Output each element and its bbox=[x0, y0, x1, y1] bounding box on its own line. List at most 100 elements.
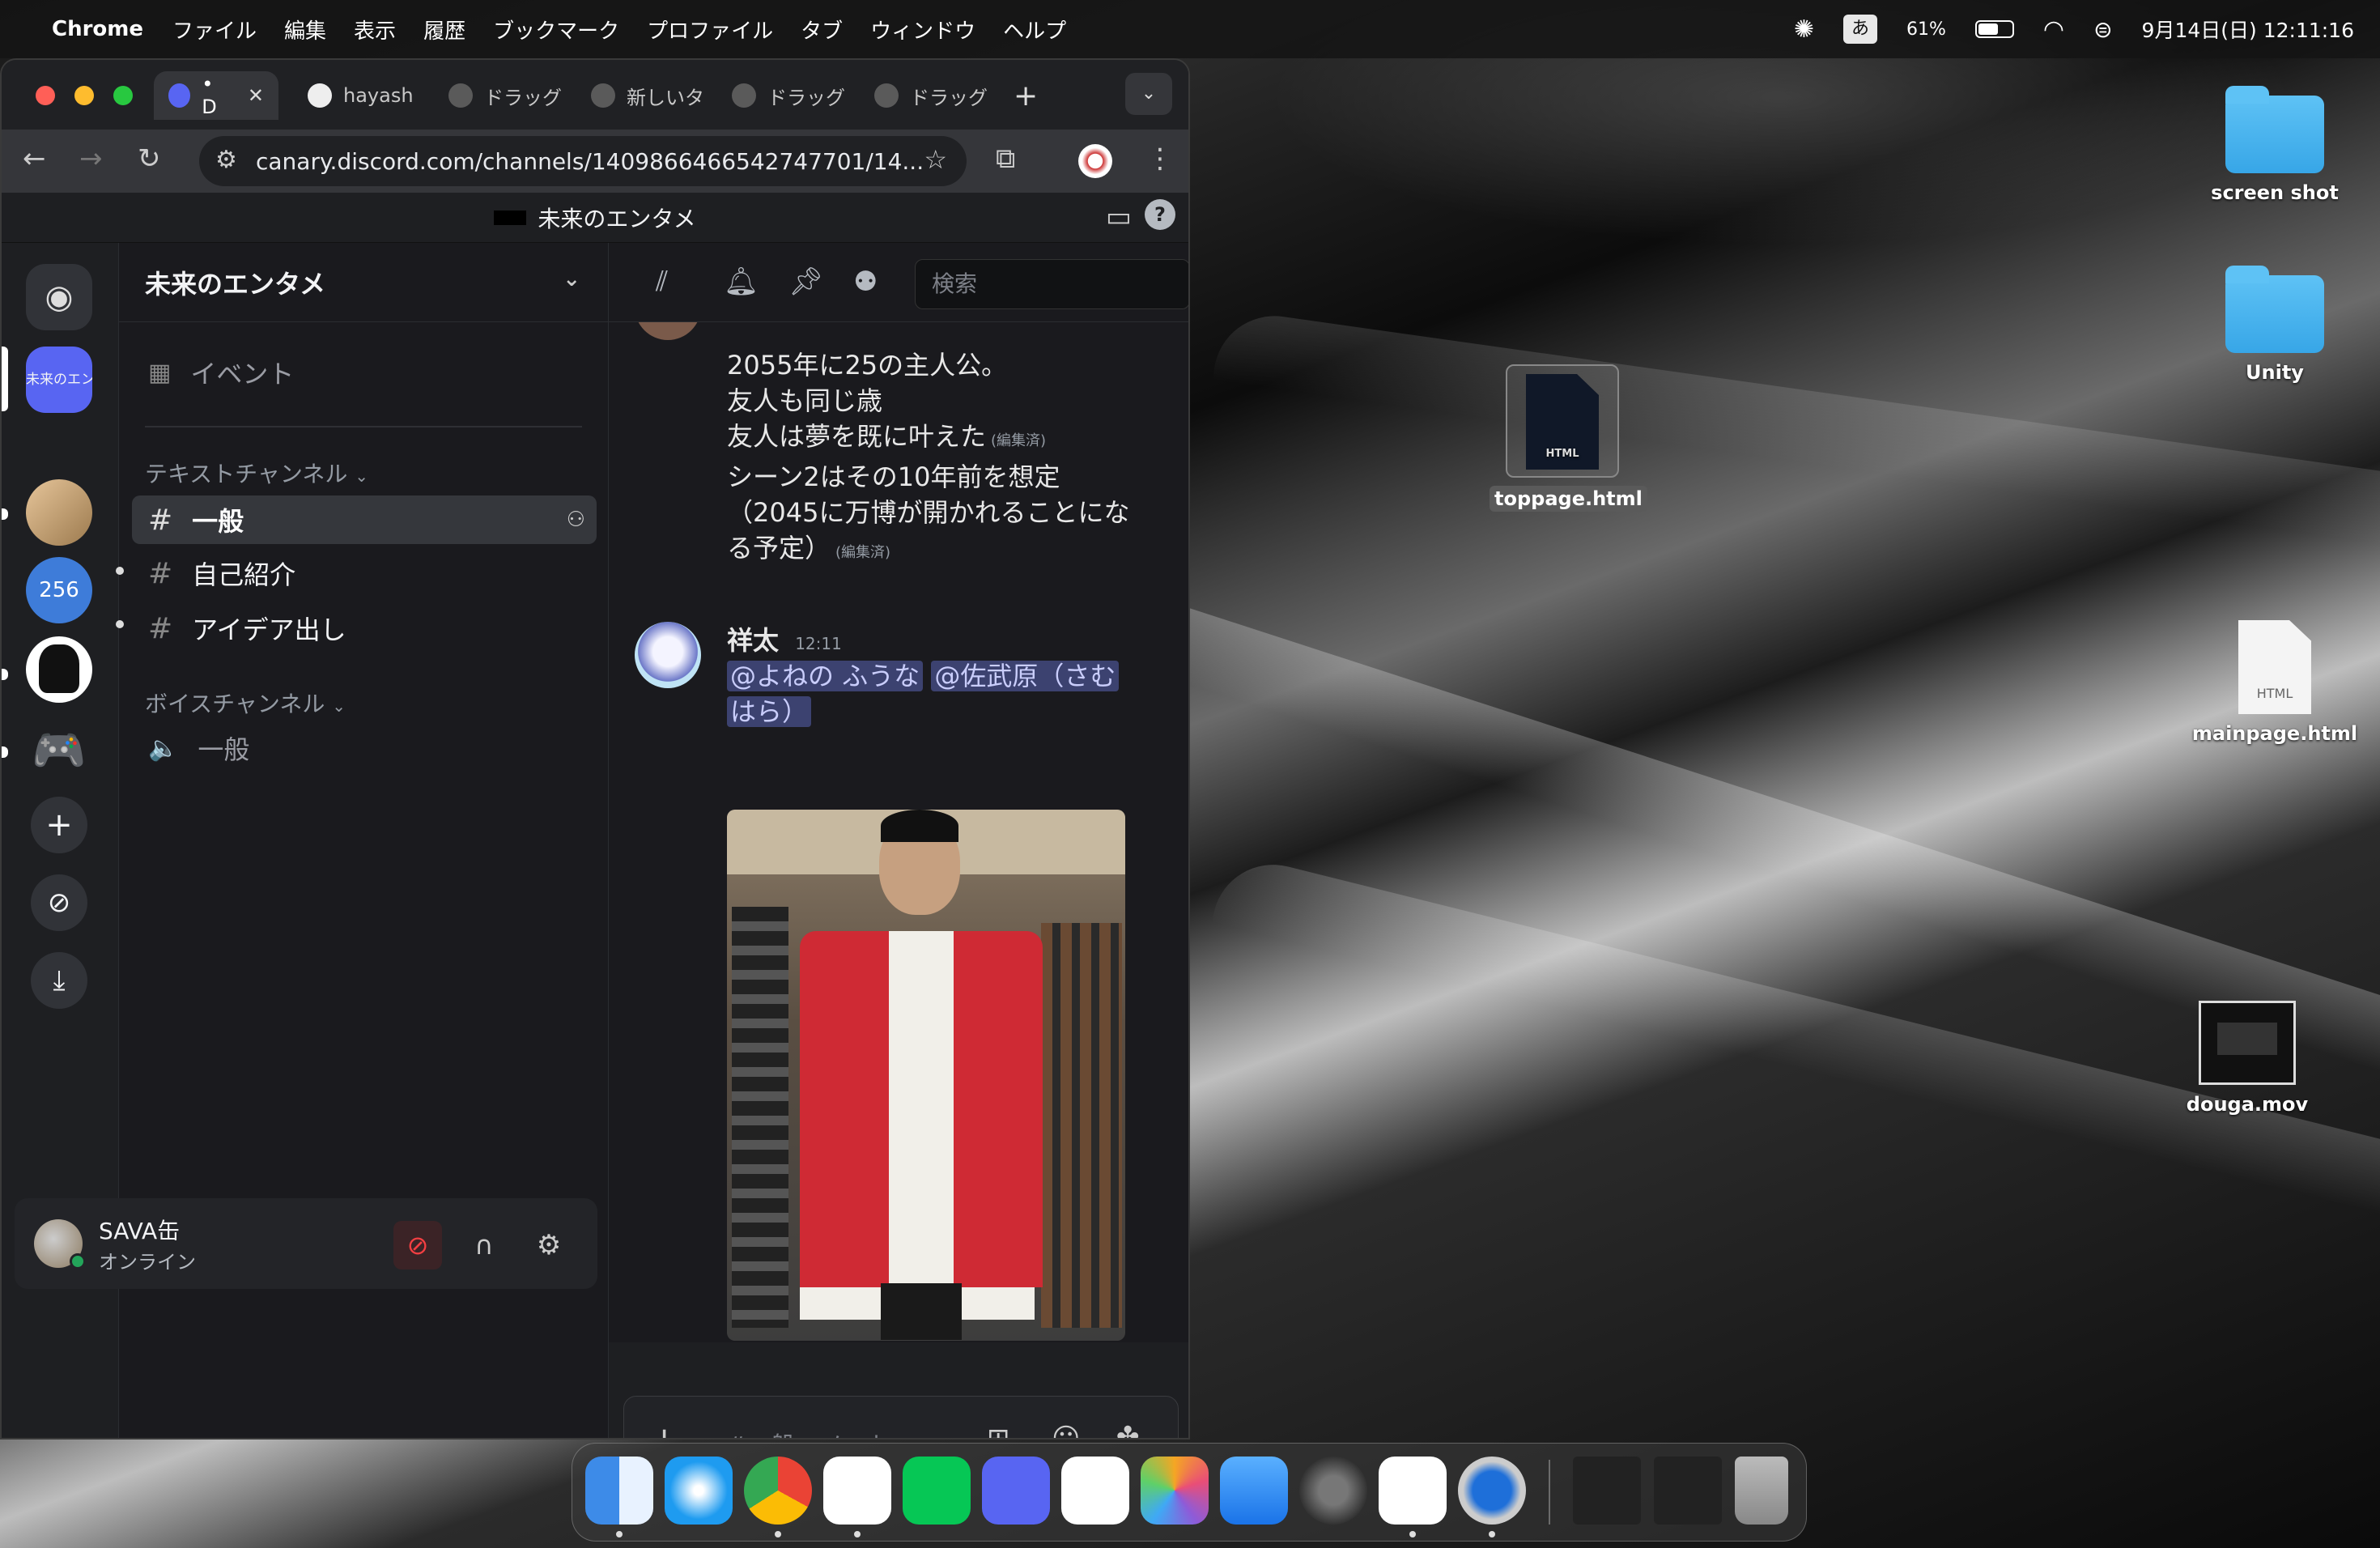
desktop-folder-screenshot[interactable]: screen shot bbox=[2202, 86, 2348, 204]
desktop-file-douga[interactable]: douga.mov bbox=[2174, 1001, 2320, 1116]
close-tab-icon[interactable]: ✕ bbox=[248, 84, 264, 107]
user-name[interactable]: SAVA缶 bbox=[99, 1214, 196, 1246]
emoji-icon[interactable]: ☺ bbox=[1052, 1423, 1080, 1438]
minimize-window-button[interactable] bbox=[74, 86, 94, 105]
photos-icon[interactable] bbox=[1141, 1457, 1209, 1525]
server-icon-mirai[interactable]: 未来のエンタ bbox=[26, 347, 92, 413]
menu-history[interactable]: 履歴 bbox=[423, 15, 465, 45]
back-icon[interactable]: ← bbox=[23, 142, 46, 175]
safari-icon[interactable] bbox=[665, 1457, 733, 1525]
discord-home-icon[interactable]: ◉ bbox=[26, 264, 92, 330]
mic-muted-icon[interactable]: ⊘ bbox=[393, 1221, 442, 1269]
wifi-icon[interactable]: ◠ bbox=[2043, 15, 2064, 44]
headphones-icon[interactable]: ∩ bbox=[460, 1221, 508, 1269]
events-item[interactable]: ▦ イベント bbox=[132, 348, 597, 397]
tab-new[interactable]: 新しいタ bbox=[576, 71, 719, 120]
tab-discord[interactable]: • D ✕ bbox=[154, 71, 278, 120]
previous-author-avatar[interactable] bbox=[635, 322, 701, 340]
attached-photo[interactable] bbox=[727, 810, 1125, 1341]
pin-icon[interactable]: 📌︎ bbox=[788, 266, 823, 298]
close-window-button[interactable] bbox=[36, 86, 55, 105]
tab-search-button[interactable]: ⌄ bbox=[1125, 73, 1172, 115]
server-icon-gamepad[interactable]: 🎮 bbox=[26, 717, 92, 784]
settings-gear-icon[interactable]: ⚙ bbox=[525, 1221, 573, 1269]
menu-bookmarks[interactable]: ブックマーク bbox=[493, 15, 619, 45]
zoom-window-button[interactable] bbox=[113, 86, 133, 105]
server-icon-256[interactable]: 256 bbox=[26, 557, 92, 623]
member-list-icon[interactable]: ⚉ bbox=[853, 266, 878, 298]
user-panel: SAVA缶 オンライン ⊘ ∩ ⚙ bbox=[15, 1198, 597, 1289]
tab-drag-1[interactable]: ドラッグ bbox=[434, 71, 576, 120]
invite-member-icon[interactable]: ⚇ bbox=[567, 508, 585, 532]
chatgpt-app-icon[interactable] bbox=[823, 1457, 891, 1525]
author-avatar[interactable] bbox=[635, 622, 701, 688]
control-center-icon[interactable]: ⊜ bbox=[2093, 16, 2112, 43]
add-server-icon[interactable]: + bbox=[31, 797, 87, 853]
menu-profiles[interactable]: プロファイル bbox=[647, 15, 773, 45]
desktop-folder-unity[interactable]: Unity bbox=[2202, 266, 2348, 384]
menu-tab[interactable]: タブ bbox=[801, 15, 843, 45]
chrome-menu-icon[interactable]: ⋮ bbox=[1146, 142, 1174, 175]
finder-icon[interactable] bbox=[585, 1457, 653, 1525]
minimized-window-thumbnail[interactable] bbox=[1573, 1457, 1641, 1525]
category-text-channels[interactable]: テキストチャンネル ⌄ bbox=[145, 457, 368, 489]
apps-icon[interactable]: ✤ bbox=[1116, 1421, 1140, 1438]
desktop-file-toppage[interactable]: HTML toppage.html bbox=[1490, 364, 1647, 512]
menu-window[interactable]: ウィンドウ bbox=[870, 15, 975, 45]
battery-icon[interactable] bbox=[1974, 20, 2014, 38]
desktop-file-mainpage[interactable]: HTML mainpage.html bbox=[2186, 620, 2364, 745]
menu-edit[interactable]: 編集 bbox=[284, 15, 326, 45]
trash-icon[interactable] bbox=[1735, 1457, 1788, 1525]
server-icon-cat[interactable] bbox=[26, 636, 92, 703]
user-mention[interactable]: @佐武原（さむ bbox=[931, 661, 1120, 691]
clock[interactable]: 9月14日(日) 12:11:16 bbox=[2142, 15, 2354, 44]
category-voice-channels[interactable]: ボイスチャンネル ⌄ bbox=[145, 687, 346, 719]
input-method-indicator[interactable]: あ bbox=[1842, 15, 1877, 44]
discord-app-icon[interactable] bbox=[982, 1457, 1050, 1525]
threads-icon[interactable]: ⫽ bbox=[656, 266, 668, 298]
channel-ideas[interactable]: # アイデア出し bbox=[132, 604, 597, 653]
address-bar[interactable]: ⚙ canary.discord.com/channels/1409866466… bbox=[199, 136, 967, 186]
message-input[interactable]: #一般へメッセー… bbox=[726, 1426, 941, 1438]
voice-channel-general[interactable]: 🔈 一般 bbox=[132, 724, 597, 772]
system-settings-icon[interactable] bbox=[1299, 1457, 1367, 1525]
attach-plus-icon[interactable]: + bbox=[650, 1419, 678, 1438]
new-tab-button[interactable]: + bbox=[1014, 79, 1038, 113]
profile-avatar[interactable] bbox=[1078, 144, 1112, 178]
user-mention[interactable]: はら） bbox=[727, 696, 812, 727]
tab-drag-2[interactable]: ドラッグ bbox=[717, 71, 860, 120]
mail-icon[interactable] bbox=[1220, 1457, 1288, 1525]
download-icon[interactable]: ⤓ bbox=[31, 952, 87, 1009]
user-mention[interactable]: @よねの ふうな bbox=[727, 661, 924, 691]
quicktime-icon[interactable] bbox=[1458, 1457, 1526, 1525]
bookmark-star-icon[interactable]: ☆ bbox=[924, 144, 947, 175]
tab-github[interactable]: hayash bbox=[293, 71, 428, 120]
server-icon-minecraft[interactable] bbox=[26, 479, 92, 546]
chatgpt-icon[interactable]: ✺ bbox=[1794, 15, 1814, 44]
line-app-icon[interactable] bbox=[903, 1457, 971, 1525]
help-icon[interactable]: ? bbox=[1145, 199, 1175, 230]
channel-intro[interactable]: # 自己紹介 bbox=[132, 549, 597, 598]
server-header[interactable]: 未来のエンタメ ⌄ bbox=[119, 243, 608, 322]
freeform-icon[interactable] bbox=[1061, 1457, 1129, 1525]
menu-file[interactable]: ファイル bbox=[172, 15, 257, 45]
tab-drag-3[interactable]: ドラッグ bbox=[860, 71, 1002, 120]
channel-general[interactable]: # 一般 ⚇ bbox=[132, 495, 597, 544]
menu-view[interactable]: 表示 bbox=[354, 15, 396, 45]
site-settings-icon[interactable]: ⚙ bbox=[215, 146, 237, 174]
html-file-icon: HTML bbox=[2238, 620, 2311, 714]
menu-app-name[interactable]: Chrome bbox=[52, 17, 143, 41]
vscode-icon[interactable] bbox=[1379, 1457, 1447, 1525]
author-name[interactable]: 祥太 bbox=[727, 625, 779, 656]
search-input[interactable]: 検索 bbox=[915, 259, 1188, 309]
menu-help[interactable]: ヘルプ bbox=[1003, 15, 1066, 45]
discover-icon[interactable]: ⊘ bbox=[31, 874, 87, 931]
gift-icon[interactable]: ⊞ bbox=[987, 1423, 1010, 1438]
inbox-icon[interactable]: ▭ bbox=[1106, 201, 1132, 233]
minimized-window-thumbnail[interactable] bbox=[1654, 1457, 1722, 1525]
forward-icon[interactable]: → bbox=[79, 142, 103, 175]
chrome-icon[interactable] bbox=[744, 1457, 812, 1525]
extensions-icon[interactable]: ⧉ bbox=[996, 142, 1015, 175]
notification-bell-icon[interactable]: 🔔︎ bbox=[724, 266, 759, 298]
reload-icon[interactable]: ↻ bbox=[138, 142, 161, 175]
